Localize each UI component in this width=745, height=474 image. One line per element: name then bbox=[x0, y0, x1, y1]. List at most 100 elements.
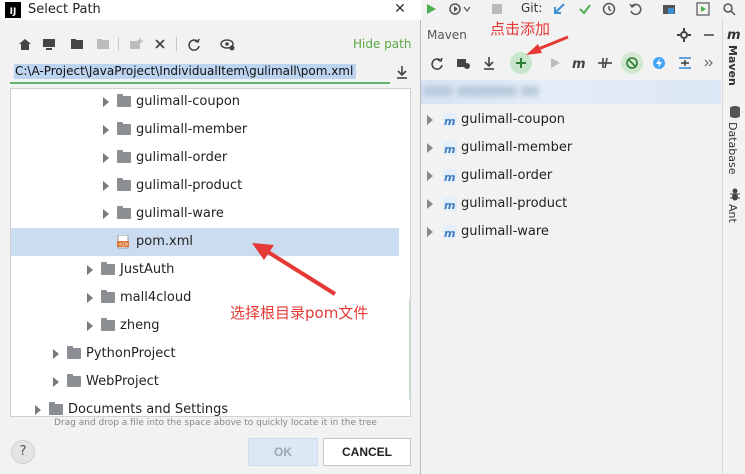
stop-icon[interactable] bbox=[489, 1, 505, 17]
expand-arrow-icon[interactable] bbox=[427, 171, 433, 181]
collapse-all-icon[interactable] bbox=[675, 52, 695, 74]
tree-folder-row[interactable]: JustAuth bbox=[11, 256, 399, 284]
history-icon[interactable] bbox=[601, 1, 617, 17]
more-chevron-icon[interactable] bbox=[703, 52, 715, 74]
cancel-button[interactable]: CANCEL bbox=[323, 438, 411, 466]
folder-icon bbox=[117, 150, 131, 163]
svg-text:m: m bbox=[444, 143, 455, 155]
ant-side-tab[interactable]: Ant bbox=[726, 204, 739, 223]
tree-folder-row[interactable]: gulimall-order bbox=[11, 144, 399, 172]
annotation-select-root-pom: 选择根目录pom文件 bbox=[230, 304, 369, 322]
expand-arrow-icon[interactable] bbox=[103, 153, 109, 163]
maven-module-icon: m bbox=[443, 225, 457, 239]
svg-text:m: m bbox=[444, 227, 455, 239]
tree-folder-row[interactable]: PythonProject bbox=[11, 340, 399, 368]
expand-arrow-icon[interactable] bbox=[35, 405, 41, 415]
expand-arrow-icon[interactable] bbox=[87, 293, 93, 303]
maven-module-label: gulimall-product bbox=[461, 196, 568, 211]
help-button[interactable]: ? bbox=[11, 440, 35, 464]
minimize-icon[interactable] bbox=[701, 27, 717, 43]
maven-module-item[interactable]: m gulimall-ware bbox=[421, 220, 721, 244]
hide-path-link[interactable]: Hide path bbox=[353, 37, 411, 51]
expand-arrow-icon[interactable] bbox=[53, 349, 59, 359]
expand-arrow-icon[interactable] bbox=[103, 97, 109, 107]
maven-module-item[interactable]: m gulimall-member bbox=[421, 136, 721, 160]
generate-sources-icon[interactable] bbox=[453, 52, 473, 74]
tree-folder-row[interactable]: WebProject bbox=[11, 368, 399, 396]
expand-arrow-icon[interactable] bbox=[427, 199, 433, 209]
ok-button[interactable]: OK bbox=[248, 438, 318, 466]
module-folder-icon[interactable] bbox=[95, 36, 111, 52]
delete-icon[interactable] bbox=[152, 36, 168, 52]
folder-icon bbox=[117, 206, 131, 219]
search-everywhere-icon[interactable] bbox=[721, 1, 737, 17]
folder-icon bbox=[101, 262, 115, 275]
download-icon[interactable] bbox=[395, 65, 409, 79]
expand-arrow-icon[interactable] bbox=[427, 227, 433, 237]
expand-arrow-icon[interactable] bbox=[427, 115, 433, 125]
project-structure-icon[interactable] bbox=[661, 1, 677, 17]
show-dependencies-icon[interactable] bbox=[649, 52, 669, 74]
select-path-dialog: IJ Select Path ✕ Hide path C:\A-Project\… bbox=[0, 0, 421, 474]
tree-folder-row[interactable]: gulimall-ware bbox=[11, 200, 399, 228]
tree-scrollbar[interactable] bbox=[409, 297, 410, 401]
expand-arrow-icon[interactable] bbox=[103, 181, 109, 191]
tree-item-label: gulimall-ware bbox=[136, 206, 224, 221]
intellij-logo: IJ bbox=[5, 2, 21, 18]
expand-arrow-icon[interactable] bbox=[103, 209, 109, 219]
run-maven-build-icon[interactable] bbox=[545, 52, 565, 74]
maven-module-item[interactable]: m gulimall-coupon bbox=[421, 108, 721, 132]
blurred-project-row bbox=[421, 80, 721, 104]
download-sources-icon[interactable] bbox=[479, 52, 499, 74]
tree-item-label: WebProject bbox=[86, 374, 159, 389]
ant-icon[interactable] bbox=[727, 186, 743, 202]
git-update-icon[interactable] bbox=[551, 1, 567, 17]
chevron-down-icon[interactable] bbox=[463, 1, 471, 17]
settings-gear-icon[interactable] bbox=[676, 27, 692, 43]
reload-icon[interactable] bbox=[427, 52, 447, 74]
project-folder-icon[interactable] bbox=[69, 36, 85, 52]
svg-text:m: m bbox=[444, 171, 455, 183]
skip-tests-icon[interactable] bbox=[621, 52, 643, 74]
expand-arrow-icon[interactable] bbox=[427, 143, 433, 153]
tree-folder-row[interactable]: gulimall-coupon bbox=[11, 89, 399, 116]
tree-folder-row[interactable]: gulimall-member bbox=[11, 116, 399, 144]
run-icon[interactable] bbox=[423, 1, 439, 17]
home-icon[interactable] bbox=[17, 36, 33, 52]
maven-side-tab[interactable]: Maven bbox=[726, 45, 739, 86]
dialog-titlebar: IJ Select Path ✕ bbox=[0, 0, 421, 20]
git-label: Git: bbox=[521, 1, 543, 15]
database-icon[interactable] bbox=[727, 104, 743, 120]
database-side-tab[interactable]: Database bbox=[726, 122, 739, 175]
rollback-icon[interactable] bbox=[627, 1, 643, 17]
maven-tab-icon[interactable]: m bbox=[726, 26, 742, 42]
toggle-offline-icon[interactable] bbox=[595, 52, 615, 74]
expand-arrow-icon[interactable] bbox=[87, 265, 93, 275]
debug-run-icon[interactable] bbox=[447, 1, 463, 17]
new-folder-icon[interactable] bbox=[128, 36, 144, 52]
maven-module-item[interactable]: m gulimall-order bbox=[421, 164, 721, 188]
add-maven-project-button[interactable] bbox=[510, 52, 532, 74]
tree-item-label: gulimall-member bbox=[136, 122, 248, 137]
svg-text:m: m bbox=[444, 115, 455, 127]
expand-arrow-icon[interactable] bbox=[87, 321, 93, 331]
run-anything-icon[interactable] bbox=[695, 1, 711, 17]
folder-icon bbox=[67, 374, 81, 387]
drag-drop-hint: Drag and drop a file into the space abov… bbox=[54, 418, 377, 428]
tree-file-row[interactable]: </> pom.xml bbox=[11, 228, 399, 256]
maven-module-item[interactable]: m gulimall-product bbox=[421, 192, 721, 216]
git-commit-icon[interactable] bbox=[577, 1, 593, 17]
refresh-icon[interactable] bbox=[186, 36, 202, 52]
expand-arrow-icon[interactable] bbox=[103, 125, 109, 135]
folder-link-icon bbox=[49, 402, 63, 415]
expand-arrow-icon[interactable] bbox=[53, 377, 59, 387]
desktop-icon[interactable] bbox=[41, 36, 57, 52]
tree-folder-row[interactable]: gulimall-product bbox=[11, 172, 399, 200]
maven-tool-window-header: Maven bbox=[421, 23, 722, 47]
right-tool-strip: m Maven Database Ant bbox=[722, 18, 745, 474]
tree-item-label: PythonProject bbox=[86, 346, 176, 361]
execute-maven-goal-icon[interactable]: m bbox=[569, 52, 589, 74]
close-button[interactable]: ✕ bbox=[393, 1, 407, 17]
show-hidden-files-icon[interactable] bbox=[220, 36, 236, 52]
tree-folder-row[interactable]: Documents and Settings bbox=[11, 396, 399, 416]
